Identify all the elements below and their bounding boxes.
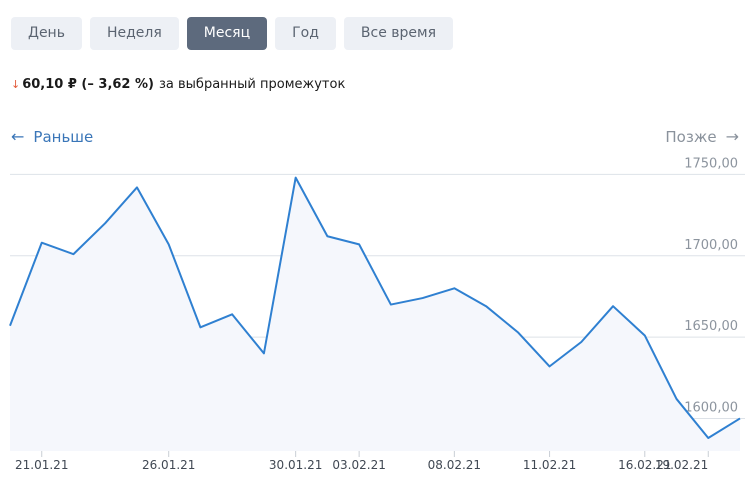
x-tick-label: 08.02.21 — [428, 458, 481, 472]
price-area — [10, 177, 740, 451]
y-tick-label: 1750,00 — [684, 156, 738, 171]
x-tick-label: 03.02.21 — [332, 458, 385, 472]
y-tick-label: 1700,00 — [684, 238, 738, 253]
price-chart: 1600,00 1650,00 1700,00 1750,00 21.01.21 26.0… — [9, 156, 745, 472]
x-tick-label: 21.01.21 — [15, 458, 68, 472]
x-tick-label: 30.01.21 — [269, 458, 322, 472]
y-tick-label: 1600,00 — [684, 400, 738, 415]
x-tick-label: 19.02.21 — [655, 458, 708, 472]
x-tick-label: 26.01.21 — [142, 458, 195, 472]
x-tick-label: 11.02.21 — [523, 458, 576, 472]
y-tick-label: 1650,00 — [684, 319, 738, 334]
